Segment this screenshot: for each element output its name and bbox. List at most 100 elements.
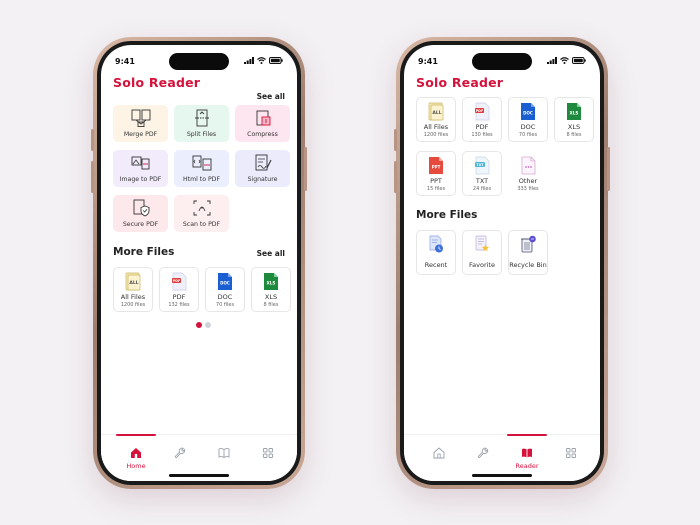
more-files-title: More Files (416, 209, 478, 221)
tab-home[interactable]: Home (112, 434, 160, 481)
xls-file-icon: XLS (264, 273, 278, 290)
file-count: 8 files (566, 132, 582, 138)
more-card-favorite[interactable]: Favorite (462, 230, 502, 275)
all-files-icon: ALL (125, 272, 141, 291)
battery-icon (572, 57, 586, 64)
tool-label: Signature (247, 176, 278, 183)
file-card-doc[interactable]: DOC DOC 70 files (508, 97, 548, 142)
file-card-other[interactable]: Other 333 files (508, 151, 548, 196)
page-indicator[interactable] (196, 322, 211, 328)
pdf-file-icon: PDF (475, 102, 490, 121)
app-title: Solo Reader (113, 75, 201, 90)
more-files-title: More Files (113, 246, 175, 258)
book-icon (218, 448, 230, 459)
home-indicator (169, 474, 229, 477)
more-card-recent[interactable]: Recent (416, 230, 456, 275)
recent-icon (429, 235, 443, 253)
svg-text:PPT: PPT (432, 165, 441, 170)
status-time: 9:41 (418, 57, 438, 66)
file-card-all-files[interactable]: ALL All Files 1200 files (416, 97, 456, 142)
file-type-name: XLS (264, 293, 278, 301)
file-count: 15 files (426, 186, 446, 192)
file-type-name: Other (518, 177, 538, 185)
tab-home[interactable] (415, 435, 463, 481)
tab-apps[interactable] (244, 435, 292, 481)
file-type-name: PDF (475, 123, 489, 131)
svg-text:XLS: XLS (267, 281, 276, 286)
book-icon (522, 448, 532, 458)
file-count: 132 files (168, 302, 190, 308)
file-card-xls[interactable]: XLS XLS 8 files (554, 97, 594, 142)
other-file-icon (521, 156, 536, 175)
image-to-pdf-icon (131, 156, 149, 170)
ppt-file-icon: PPT (429, 157, 443, 174)
file-type-name: PDF (172, 293, 186, 301)
tool-image-to-pdf[interactable]: Image to PDF (113, 150, 168, 187)
html-to-pdf-icon (192, 155, 211, 171)
more-item-name: Recent (424, 261, 448, 269)
tab-bar: Home (101, 434, 297, 481)
tool-scan-to-pdf[interactable]: Scan to PDF (174, 195, 229, 232)
signal-icon (547, 57, 557, 64)
home-icon (433, 447, 445, 459)
tool-html-to-pdf[interactable]: Html to PDF (174, 150, 229, 187)
more-item-name: Recycle Bin (509, 261, 547, 269)
file-card-txt[interactable]: TXT TXT 24 files (462, 151, 502, 196)
battery-icon (269, 57, 283, 64)
svg-text:ALL: ALL (432, 110, 441, 116)
file-type-name: TXT (475, 177, 489, 185)
file-count: 70 files (215, 302, 235, 308)
page-dot[interactable] (205, 322, 211, 328)
svg-text:ALL: ALL (129, 280, 138, 286)
doc-file-icon: DOC (521, 103, 535, 120)
tool-label: Scan to PDF (182, 221, 221, 228)
file-count: 130 files (471, 132, 493, 138)
signature-icon (255, 154, 271, 171)
file-count: 333 files (517, 186, 539, 192)
tools-see-all-link[interactable]: See all (257, 92, 285, 101)
tool-merge-pdf[interactable]: Merge PDF (113, 105, 168, 142)
tool-signature[interactable]: Signature (235, 150, 290, 187)
svg-text:PDF: PDF (476, 109, 484, 113)
file-type-name: DOC (217, 293, 233, 301)
file-card-all-files[interactable]: ALL All Files 1200 files (113, 267, 153, 312)
wifi-icon (560, 57, 569, 64)
active-tab-indicator (116, 434, 156, 436)
tab-label: Reader (515, 462, 539, 470)
phone-reader-screen: 9:41 Solo Reader ALL All Files 1200 file… (394, 37, 610, 489)
file-type-name: XLS (567, 123, 581, 131)
more-card-recycle-bin[interactable]: Recycle Bin (508, 230, 548, 275)
tab-label: Home (126, 462, 146, 470)
tool-label: Html to PDF (182, 176, 221, 183)
svg-text:XLS: XLS (570, 111, 579, 116)
svg-text:TXT: TXT (476, 163, 484, 167)
tool-compress[interactable]: Compress (235, 105, 290, 142)
tool-secure-pdf[interactable]: Secure PDF (113, 195, 168, 232)
wifi-icon (257, 57, 266, 64)
file-card-doc[interactable]: DOC DOC 70 files (205, 267, 245, 312)
merge-pdf-icon (131, 109, 150, 127)
file-card-ppt[interactable]: PPT PPT 15 files (416, 151, 456, 196)
page-dot-active[interactable] (196, 322, 202, 328)
tool-label: Secure PDF (122, 221, 159, 228)
file-card-xls[interactable]: XLS XLS 8 files (251, 267, 291, 312)
doc-file-icon: DOC (218, 273, 232, 290)
status-bar: 9:41 (418, 54, 586, 68)
side-button (304, 147, 307, 191)
scan-to-pdf-icon (193, 200, 210, 216)
file-card-pdf[interactable]: PDF PDF 130 files (462, 97, 502, 142)
phone-home-screen: 9:41 Solo Reader See all Merge PDF Split… (91, 37, 307, 489)
all-files-icon: ALL (428, 102, 444, 121)
pdf-file-icon: PDF (172, 272, 187, 291)
status-bar: 9:41 (115, 54, 283, 68)
compress-icon (256, 110, 270, 126)
more-files-see-all-link[interactable]: See all (257, 249, 285, 258)
side-button (91, 161, 94, 193)
tool-label: Merge PDF (123, 131, 158, 138)
active-tab-indicator (507, 434, 547, 436)
file-card-pdf[interactable]: PDF PDF 132 files (159, 267, 199, 312)
tab-apps[interactable] (547, 435, 595, 481)
signal-icon (244, 57, 254, 64)
tool-split-files[interactable]: Split Files (174, 105, 229, 142)
home-indicator (472, 474, 532, 477)
